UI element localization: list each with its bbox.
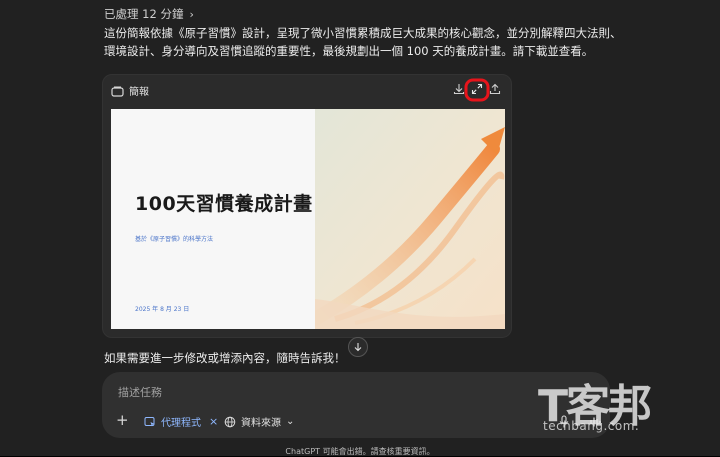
highlight-circle — [464, 78, 490, 102]
chat-window: 已處理 12 分鐘 › 這份簡報依據《原子習慣》設計，呈現了微小習慣累積成巨大成… — [0, 0, 720, 456]
watermark-url: techbang.com. — [543, 419, 640, 433]
disclaimer: ChatGPT 可能會出錯。請查核重要資訊。 — [285, 447, 435, 456]
assistant-followup: 如果需要進一步修改或增添內容，隨時告訴我！ — [104, 351, 346, 365]
slide-preview[interactable]: 100天習慣養成計畫 基於《原子習慣》的科學方法 2025 年 8 月 23 日 — [111, 109, 505, 329]
processed-status-label: 已處理 12 分鐘 — [104, 7, 184, 21]
sources-dropdown[interactable]: 資料來源 ⌄ — [224, 414, 294, 429]
slide-title: 100天習慣養成計畫 — [135, 193, 313, 215]
share-icon — [489, 83, 501, 95]
slides-icon — [111, 83, 124, 102]
task-input[interactable]: 描述任務 — [118, 384, 162, 400]
agent-cursor-icon — [144, 416, 155, 426]
arrow-down-icon — [354, 343, 362, 352]
slide-date: 2025 年 8 月 23 日 — [135, 306, 190, 313]
chevron-down-icon: ⌄ — [286, 416, 295, 427]
growth-arrow-illustration — [315, 109, 505, 329]
plus-icon[interactable]: + — [116, 412, 129, 428]
composer[interactable]: 描述任務 + 代理程式 × 資料來源 ⌄ — [102, 372, 610, 438]
presentation-card: 簡報 100天習慣養成計畫 基於《原子習慣》的科學方法 2025 年 8 月 2… — [102, 74, 512, 338]
scroll-down-button[interactable] — [348, 337, 368, 357]
assistant-message: 這份簡報依據《原子習慣》設計，呈現了微小習慣累積成巨大成果的核心觀念，並分別解釋… — [104, 26, 622, 58]
agent-mode-pill[interactable]: 代理程式 × — [144, 414, 218, 429]
globe-icon — [224, 416, 236, 427]
chevron-right-icon: › — [189, 7, 194, 21]
card-header: 簡報 — [103, 75, 511, 103]
sources-label: 資料來源 — [241, 418, 281, 429]
slide-subtitle: 基於《原子習慣》的科學方法 — [135, 236, 214, 243]
processed-status-toggle[interactable]: 已處理 12 分鐘 › — [104, 6, 194, 22]
close-icon[interactable]: × — [209, 415, 218, 428]
agent-mode-label: 代理程式 — [161, 418, 201, 429]
card-title: 簡報 — [129, 87, 149, 98]
